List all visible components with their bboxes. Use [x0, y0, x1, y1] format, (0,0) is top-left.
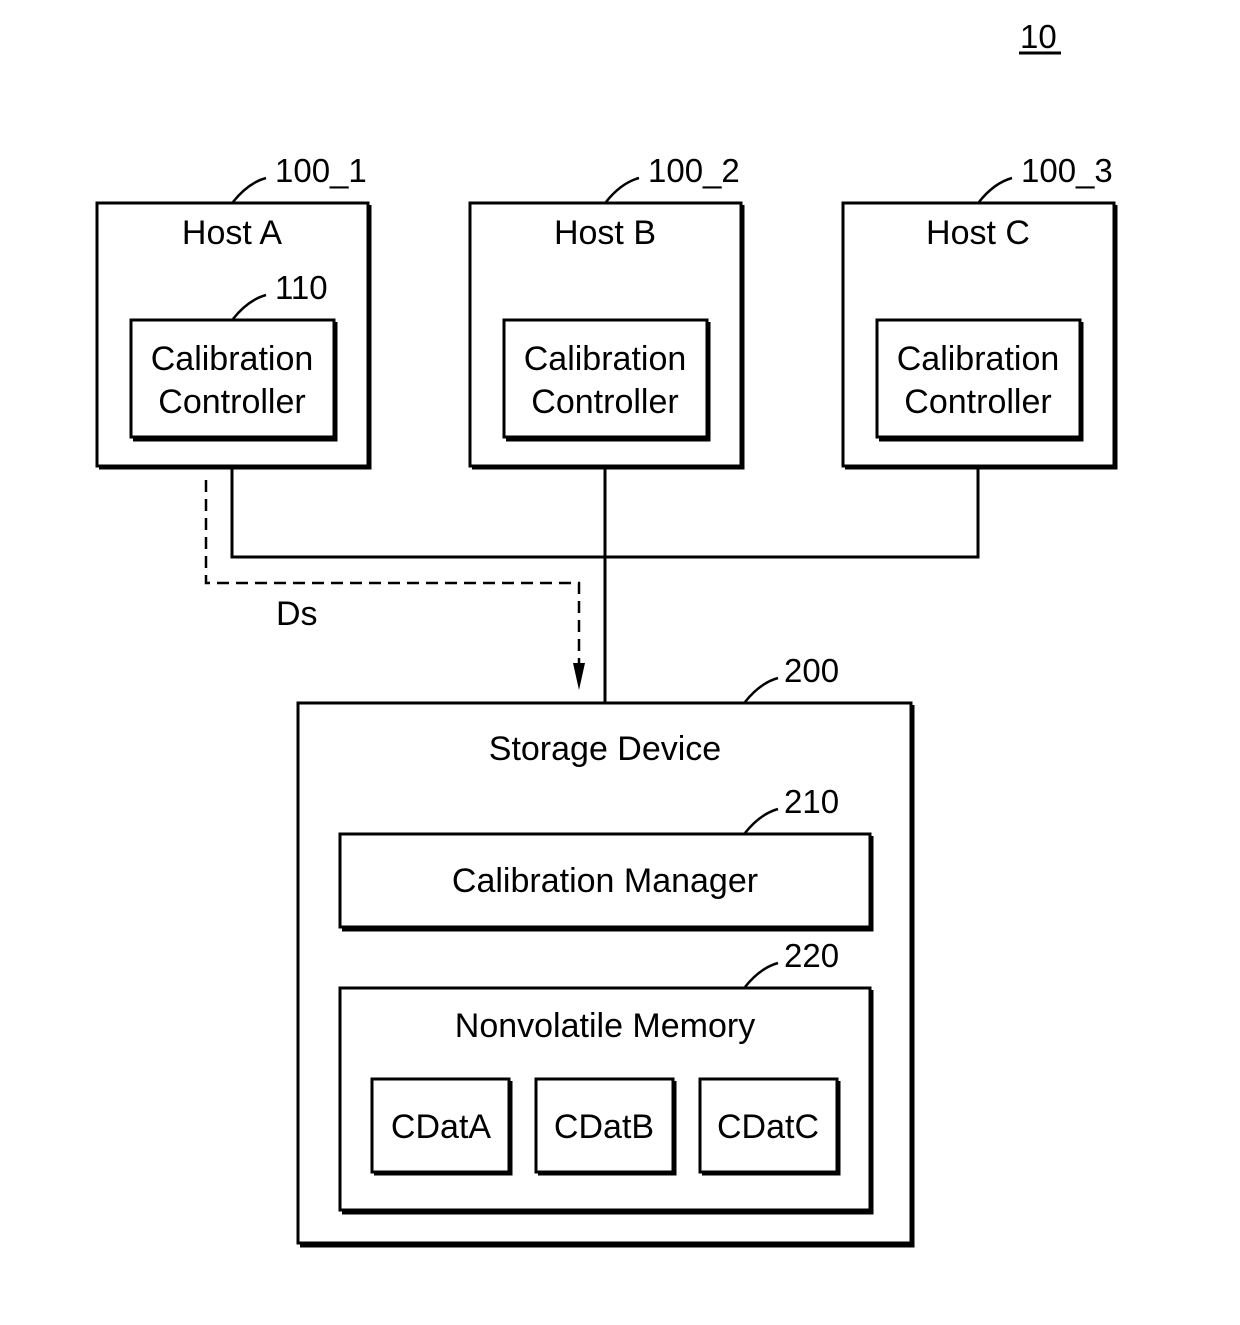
memory-ref: 220: [784, 937, 839, 974]
host-a-title: Host A: [182, 214, 282, 252]
cdata-c-block: CDatC: [698, 1077, 841, 1176]
controller-b-line2: Controller: [531, 383, 678, 421]
host-c-leader-line: [978, 176, 1013, 203]
storage-device-block: 200 Storage Device 210 Calibration Manag…: [296, 652, 915, 1248]
ds-arrow-icon: [573, 663, 585, 690]
storage-ref: 200: [784, 652, 839, 689]
host-b-title: Host B: [554, 214, 656, 252]
manager-label: Calibration Manager: [452, 862, 758, 900]
host-a-block: 100_1 Host A 110 Calibration Controller: [95, 152, 372, 470]
storage-title: Storage Device: [489, 730, 721, 768]
controller-a-ref: 110: [275, 269, 328, 306]
figure-number: 10: [1020, 18, 1057, 55]
controller-c-line2: Controller: [904, 383, 1051, 421]
ds-signal-path: [204, 480, 581, 668]
cdata-b-label: CDatB: [554, 1108, 654, 1146]
host-a-leader-line: [232, 176, 267, 203]
host-b-block: 100_2 Host B Calibration Controller: [468, 152, 745, 470]
memory-leader-line: [744, 961, 779, 988]
nonvolatile-memory: 220 Nonvolatile Memory CDatA CDatB CDatC: [338, 937, 874, 1215]
calibration-manager: 210 Calibration Manager: [338, 783, 874, 932]
host-c-block: 100_3 Host C Calibration Controller: [841, 152, 1118, 470]
calibration-controller-c: Calibration Controller: [875, 318, 1084, 442]
controller-a-line2: Controller: [158, 383, 305, 421]
manager-leader-line: [744, 807, 779, 834]
host-c-title: Host C: [926, 214, 1030, 252]
host-b-ref: 100_2: [648, 152, 740, 189]
controller-b-line1: Calibration: [524, 340, 687, 378]
storage-leader-line: [744, 676, 779, 703]
memory-label: Nonvolatile Memory: [455, 1007, 755, 1045]
diagram-canvas: 10 100_1 Host A 110 Calibration Controll…: [95, 18, 1118, 1248]
cdata-c-label: CDatC: [717, 1108, 819, 1146]
cdata-a-block: CDatA: [370, 1077, 513, 1176]
calibration-controller-a: Calibration Controller: [129, 318, 338, 442]
controller-a-line1: Calibration: [151, 340, 314, 378]
controller-c-line1: Calibration: [897, 340, 1060, 378]
calibration-controller-b: Calibration Controller: [502, 318, 711, 442]
host-b-leader-line: [605, 176, 640, 203]
host-c-ref: 100_3: [1021, 152, 1113, 189]
host-a-ref: 100_1: [275, 152, 367, 189]
cdata-b-block: CDatB: [534, 1077, 677, 1176]
manager-ref: 210: [784, 783, 839, 820]
cdata-a-label: CDatA: [391, 1108, 491, 1146]
ds-label: Ds: [276, 595, 318, 633]
